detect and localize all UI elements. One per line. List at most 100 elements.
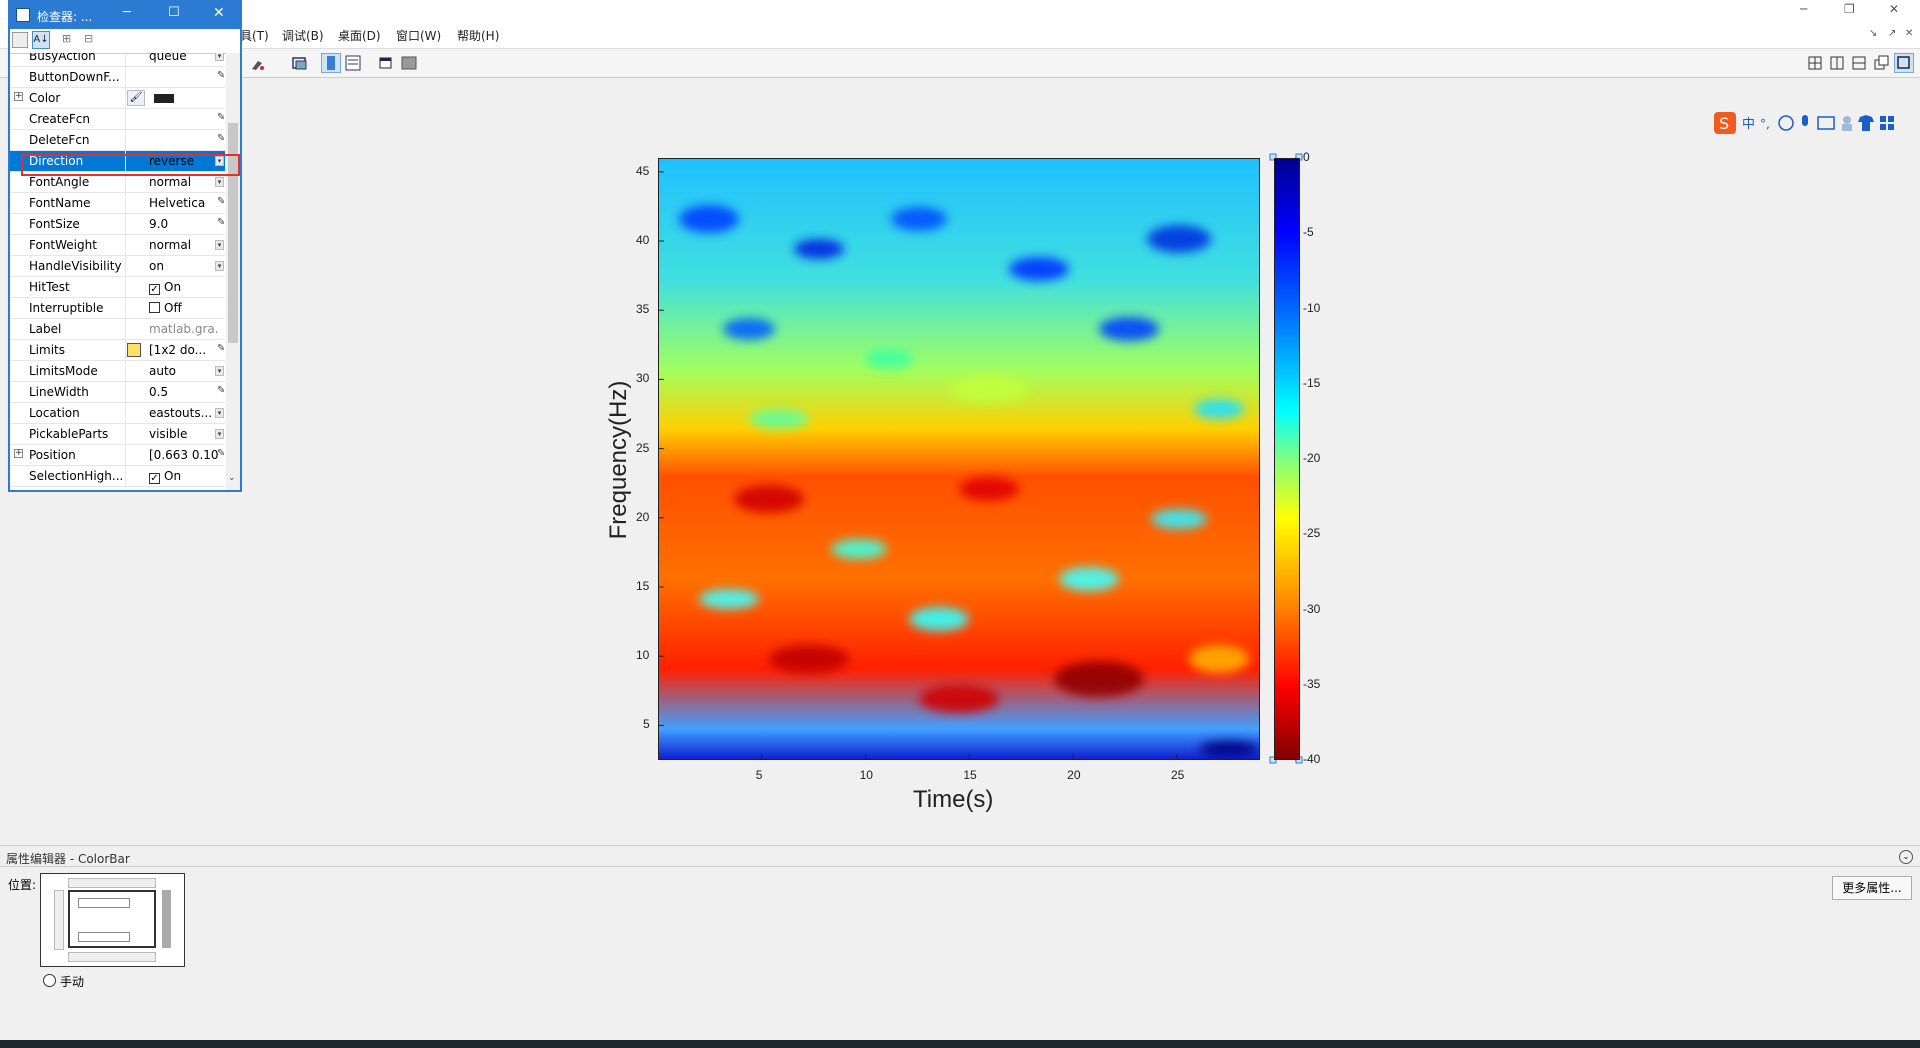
manual-radio[interactable] [43,974,56,987]
property-value[interactable]: [1x2 do... [149,343,219,357]
property-value[interactable]: 0.5 [149,385,219,399]
property-value[interactable]: auto [149,364,219,378]
property-value[interactable]: eastouts... [149,406,219,420]
inspector-scrollbar[interactable]: ⌄ [226,53,240,490]
property-row[interactable]: Interruptible Off [10,298,225,319]
expand-icon[interactable]: + [14,449,23,458]
close-figure-icon[interactable]: ✕ [1905,28,1913,39]
property-name: Location [29,406,80,420]
collapse-icon[interactable]: ⌄ [1899,850,1913,864]
checkbox[interactable]: ✓ [149,473,160,484]
edit-pencil-icon[interactable]: ✎ [217,217,225,228]
checkbox[interactable] [149,302,160,313]
property-row[interactable]: CreateFcn ✎ [10,109,225,130]
property-row[interactable]: ButtonDownF... ✎ [10,67,225,88]
property-row[interactable]: Limits [1x2 do... ✎ [10,340,225,361]
property-row[interactable]: Location eastouts... ▾ [10,403,225,424]
property-value[interactable]: normal [149,175,219,189]
property-value[interactable]: ✓ On [149,280,219,295]
property-value[interactable]: 9.0 [149,217,219,231]
menu-debug[interactable]: 调试(B) [282,27,324,44]
position-picker[interactable] [40,873,185,967]
property-value[interactable]: [0.663 0.10... [149,448,219,462]
menu-desktop[interactable]: 桌面(D) [338,27,381,44]
layout-float-icon[interactable] [1872,53,1892,73]
edit-pencil-icon[interactable]: ✎ [217,133,225,144]
colorbar[interactable] [1274,158,1300,760]
undock-icon[interactable]: ↘ [1869,28,1877,39]
more-properties-button[interactable]: 更多属性... [1832,876,1912,900]
paint-bucket-icon[interactable]: 🖌 [127,90,145,106]
dropdown-arrow-icon[interactable]: ▾ [215,177,224,187]
dropdown-arrow-icon[interactable]: ▾ [215,240,224,250]
expand-icon[interactable]: + [14,92,23,101]
collapse-all-icon[interactable]: ⊟ [84,32,100,48]
color-swatch[interactable] [154,94,174,103]
maximize-icon[interactable]: ☐ [168,5,180,20]
show-plot-tools-icon[interactable] [399,53,419,73]
property-value[interactable]: Off [149,301,219,315]
edit-pencil-icon[interactable]: ✎ [217,343,225,354]
layout-columns-icon[interactable] [1828,53,1848,73]
minimize-icon[interactable]: ─ [123,5,131,20]
menu-window[interactable]: 窗口(W) [396,27,441,44]
restore-icon[interactable]: ❐ [1844,2,1855,16]
expand-all-icon[interactable]: ⊞ [62,32,78,48]
close-icon[interactable]: ✕ [213,5,225,21]
property-value[interactable]: queue [149,53,219,63]
minimize-icon[interactable]: ─ [1800,2,1807,16]
dropdown-arrow-icon[interactable]: ▾ [215,53,224,61]
category-view-icon[interactable] [12,32,28,48]
property-name: DeleteFcn [29,133,90,147]
property-value[interactable]: on [149,259,219,273]
property-row[interactable]: HandleVisibility on ▾ [10,256,225,277]
property-row[interactable]: SelectionHigh... ✓ On [10,466,225,487]
hide-plot-tools-icon[interactable] [376,53,396,73]
edit-pencil-icon[interactable]: ✎ [217,448,225,459]
link-plot-icon[interactable] [290,53,310,73]
property-row[interactable]: FontWeight normal ▾ [10,235,225,256]
close-icon[interactable]: ✕ [1889,2,1899,16]
plot-axes[interactable] [658,158,1260,760]
layout-maximize-icon[interactable] [1894,53,1914,73]
inspector-toolbar: A↓ ⊞ ⊟ [10,29,240,54]
legend-toggle-icon[interactable] [343,53,363,73]
layout-rows-icon[interactable] [1850,53,1870,73]
property-row[interactable]: FontName Helvetica ✎ [10,193,225,214]
dropdown-arrow-icon[interactable]: ▾ [215,261,224,271]
checkbox[interactable]: ✓ [149,284,160,295]
property-row[interactable]: + Position [0.663 0.10...✎ [10,445,225,466]
property-value[interactable]: ✓ On [149,469,219,484]
property-row[interactable]: HitTest ✓ On [10,277,225,298]
inspector-title: 检查器: ... [37,10,93,24]
dock-icon[interactable]: ↗ [1888,28,1896,39]
property-row[interactable]: PickableParts visible ▾ [10,424,225,445]
layout-grid-icon[interactable] [1806,53,1826,73]
property-row[interactable]: Label matlab.gra... [10,319,225,340]
highlight-box [21,154,240,176]
scroll-down-icon[interactable]: ⌄ [228,473,236,483]
dropdown-arrow-icon[interactable]: ▾ [215,408,224,418]
colorbar-toggle-icon[interactable] [321,53,341,73]
brush-icon[interactable] [248,53,268,73]
property-row[interactable]: LimitsMode auto ▾ [10,361,225,382]
dropdown-arrow-icon[interactable]: ▾ [215,429,224,439]
dropdown-arrow-icon[interactable]: ▾ [215,366,224,376]
property-value[interactable]: Helvetica [149,196,219,210]
property-value[interactable]: normal [149,238,219,252]
edit-pencil-icon[interactable]: ✎ [217,112,225,123]
property-row[interactable]: LineWidth 0.5 ✎ [10,382,225,403]
edit-pencil-icon[interactable]: ✎ [217,196,225,207]
property-value[interactable]: visible [149,427,219,441]
property-row[interactable]: DeleteFcn ✎ [10,130,225,151]
edit-pencil-icon[interactable]: ✎ [217,70,225,81]
property-row[interactable]: BusyAction queue ▾ [10,53,225,67]
array-editor-icon[interactable] [127,343,141,357]
edit-pencil-icon[interactable]: ✎ [217,385,225,396]
menu-tools[interactable]: 具(T) [240,27,269,44]
sort-alpha-icon[interactable]: A↓ [32,31,50,49]
menu-help[interactable]: 帮助(H) [457,27,499,44]
property-row[interactable]: + Color 🖌 [10,88,225,109]
inspector-titlebar[interactable]: 检查器: ... ─ ☐ ✕ [10,2,240,29]
property-row[interactable]: FontSize 9.0 ✎ [10,214,225,235]
